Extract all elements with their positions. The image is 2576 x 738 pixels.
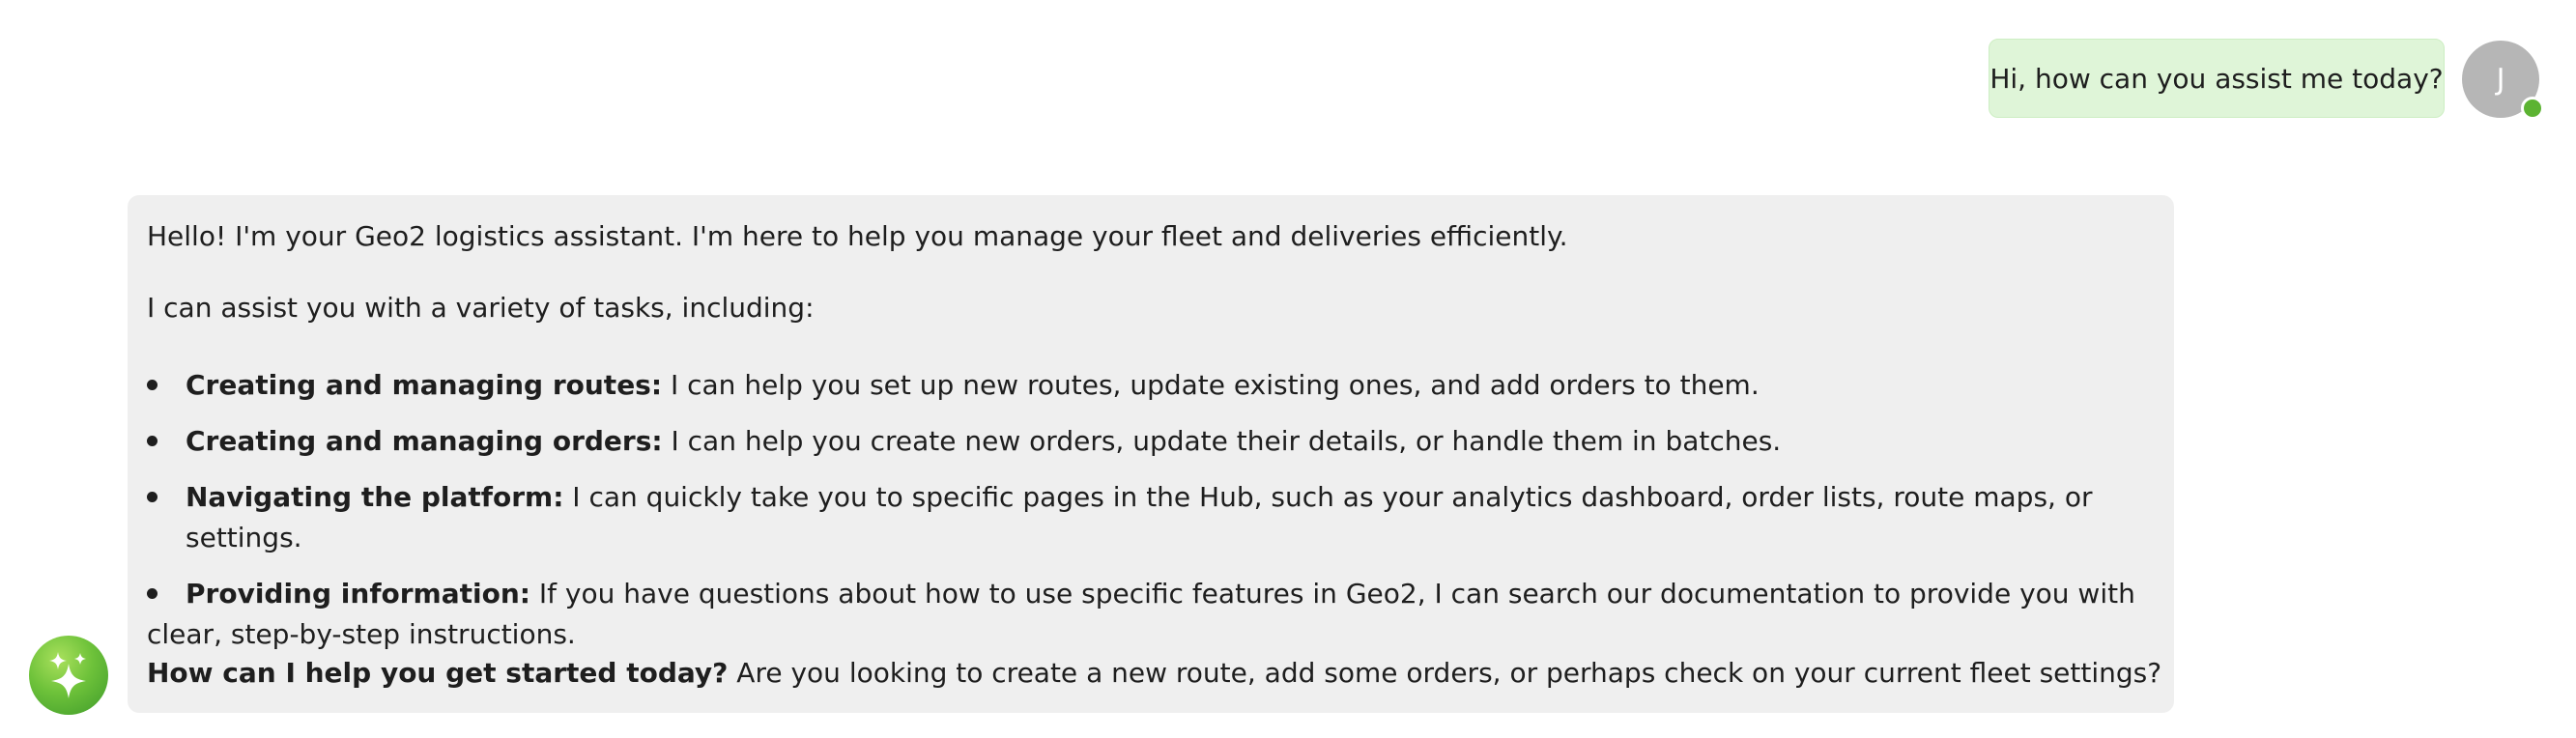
user-avatar-initial: J: [2496, 62, 2505, 97]
bullet-icon: [147, 588, 157, 599]
assistant-intro-text: Hello! I'm your Geo2 logistics assistant…: [147, 220, 1568, 252]
closing-question: How can I help you get started today?: [147, 657, 729, 689]
feature-description: I can help you set up new routes, update…: [662, 369, 1760, 401]
feature-list: Creating and managing routes: I can help…: [147, 365, 2149, 670]
feature-title: Creating and managing routes:: [186, 369, 663, 401]
bullet-icon: [147, 380, 157, 390]
assistant-message-bubble: Hello! I'm your Geo2 logistics assistant…: [128, 195, 2174, 713]
assistant-assist-text: I can assist you with a variety of tasks…: [147, 292, 815, 324]
online-status-indicator: [2521, 97, 2544, 120]
closing-suggestions: Are you looking to create a new route, a…: [728, 657, 2162, 689]
list-item: Providing information: If you have quest…: [147, 574, 2149, 655]
sparkles-icon: [49, 652, 86, 698]
assistant-closing-text: How can I help you get started today? Ar…: [147, 653, 2161, 694]
chat-thread: Hi, how can you assist me today? J Hello…: [0, 0, 2576, 738]
list-item: Creating and managing routes: I can help…: [147, 365, 2149, 406]
user-message-text: Hi, how can you assist me today?: [1989, 62, 2444, 95]
feature-title: Navigating the platform:: [186, 481, 564, 513]
assistant-avatar: [29, 636, 108, 715]
bullet-icon: [147, 436, 157, 446]
list-item: Navigating the platform: I can quickly t…: [147, 477, 2149, 558]
list-item: Creating and managing orders: I can help…: [147, 421, 2149, 462]
feature-description: I can help you create new orders, update…: [662, 425, 1782, 457]
feature-title: Providing information:: [186, 578, 530, 610]
bullet-icon: [147, 492, 157, 502]
feature-title: Creating and managing orders:: [186, 425, 663, 457]
user-message-bubble: Hi, how can you assist me today?: [1989, 39, 2445, 118]
